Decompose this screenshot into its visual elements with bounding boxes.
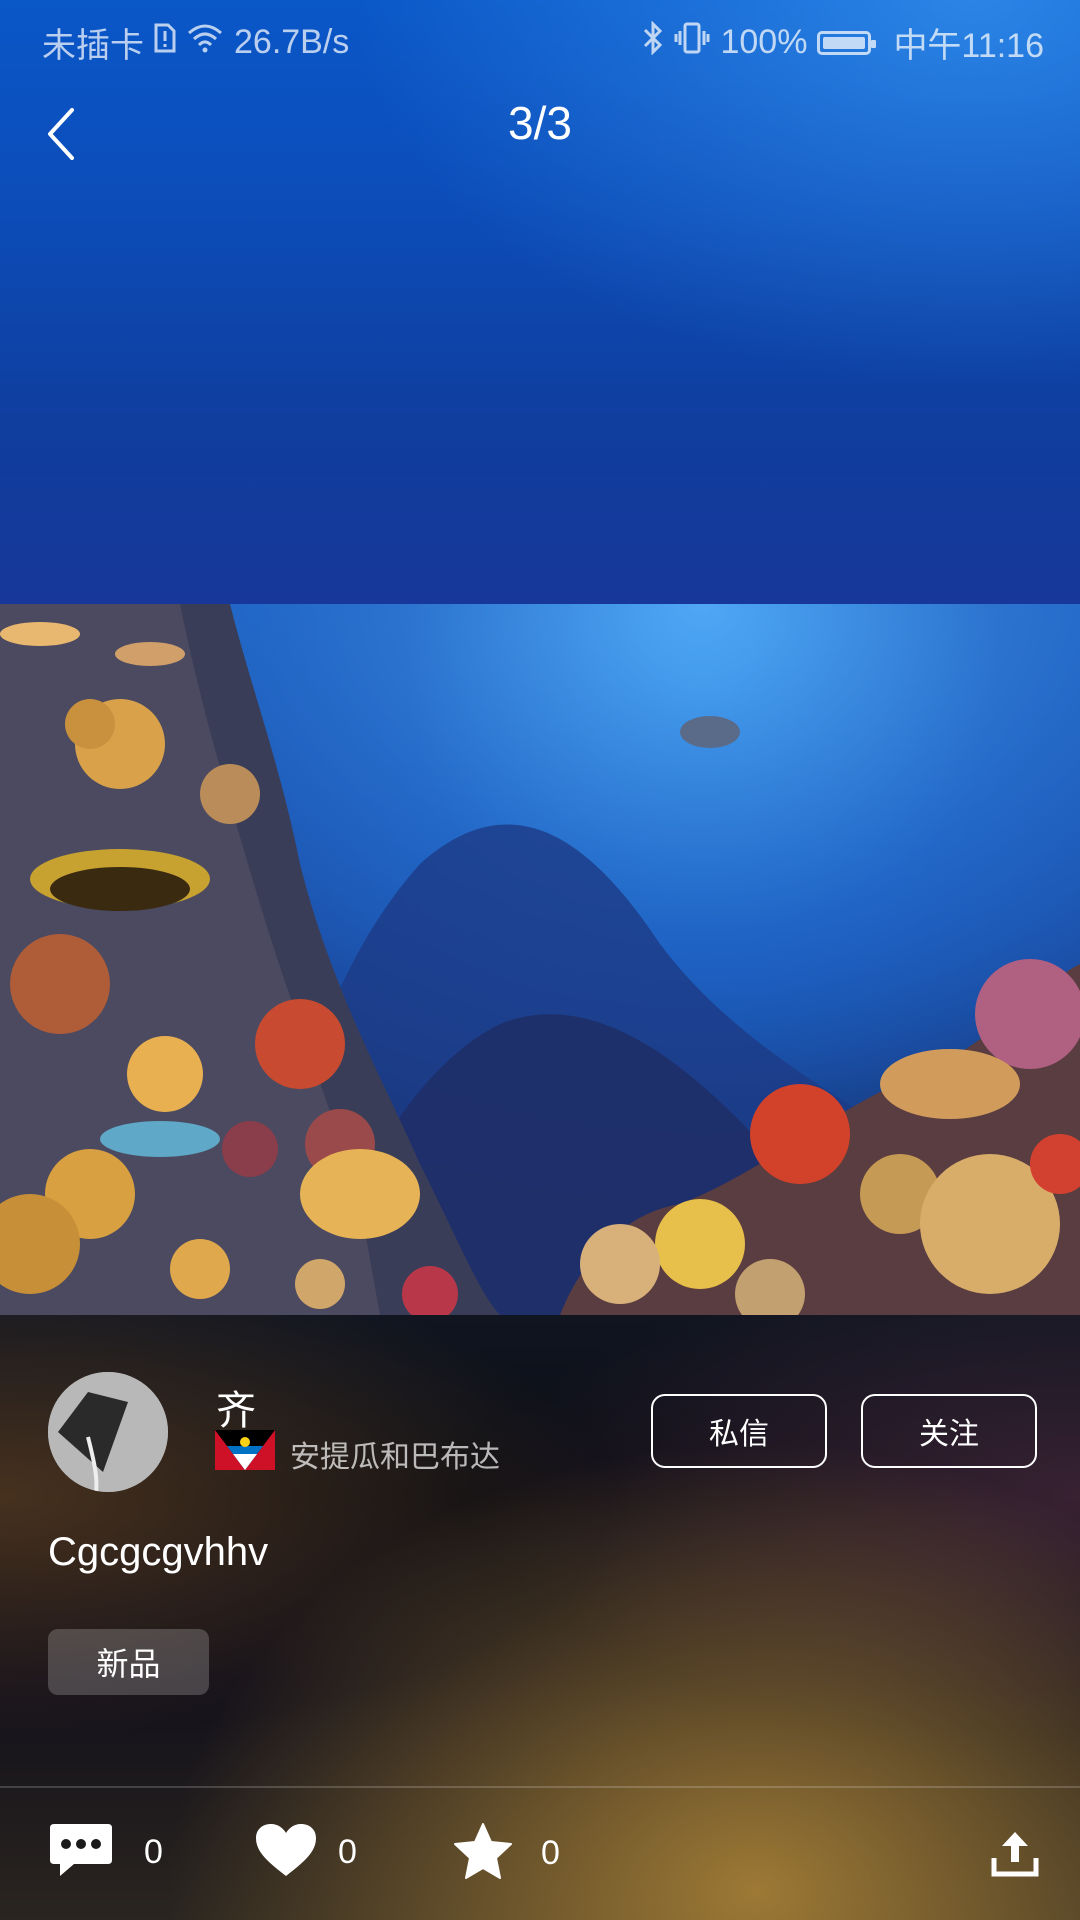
clock: 中午11:16 [893,27,1044,65]
status-bar: 未插卡 26.7B/s 100% 中午11:16 [0,0,1080,76]
heart-icon [254,1822,318,1883]
sim-alert-icon [154,23,176,62]
avatar[interactable] [48,1372,168,1492]
share-button[interactable] [990,1828,1040,1878]
follow-button[interactable]: 关注 [861,1394,1037,1468]
share-icon [990,1832,1040,1882]
like-button[interactable]: 0 [254,1822,357,1883]
message-button[interactable]: 私信 [651,1394,827,1468]
username[interactable]: 齐 [216,1378,256,1436]
post-text: Cgcgcgvhhv [48,1530,269,1574]
vibrate-icon [674,21,710,64]
network-speed: 26.7B/s [234,23,350,61]
comment-count: 0 [144,1833,163,1871]
wifi-icon [186,23,224,62]
carrier-label: 未插卡 [42,27,144,65]
star-icon [453,1822,513,1885]
post-tag[interactable]: 新品 [48,1629,209,1695]
like-count: 0 [338,1833,357,1871]
divider [0,1786,1080,1788]
page-counter: 3/3 [508,97,572,149]
country-flag-icon [215,1430,275,1470]
bluetooth-icon [642,20,664,64]
battery-icon [817,30,877,55]
favorite-count: 0 [541,1834,560,1872]
coral-reef-illustration [0,604,1080,1315]
back-icon [40,108,84,168]
country-name: 安提瓜和巴布达 [290,1441,500,1474]
battery-percent: 100% [720,23,808,61]
comment-button[interactable]: 0 [48,1822,163,1883]
post-image[interactable] [0,604,1080,1315]
comment-icon [48,1822,114,1883]
favorite-button[interactable]: 0 [453,1822,560,1885]
top-background [0,0,1080,605]
